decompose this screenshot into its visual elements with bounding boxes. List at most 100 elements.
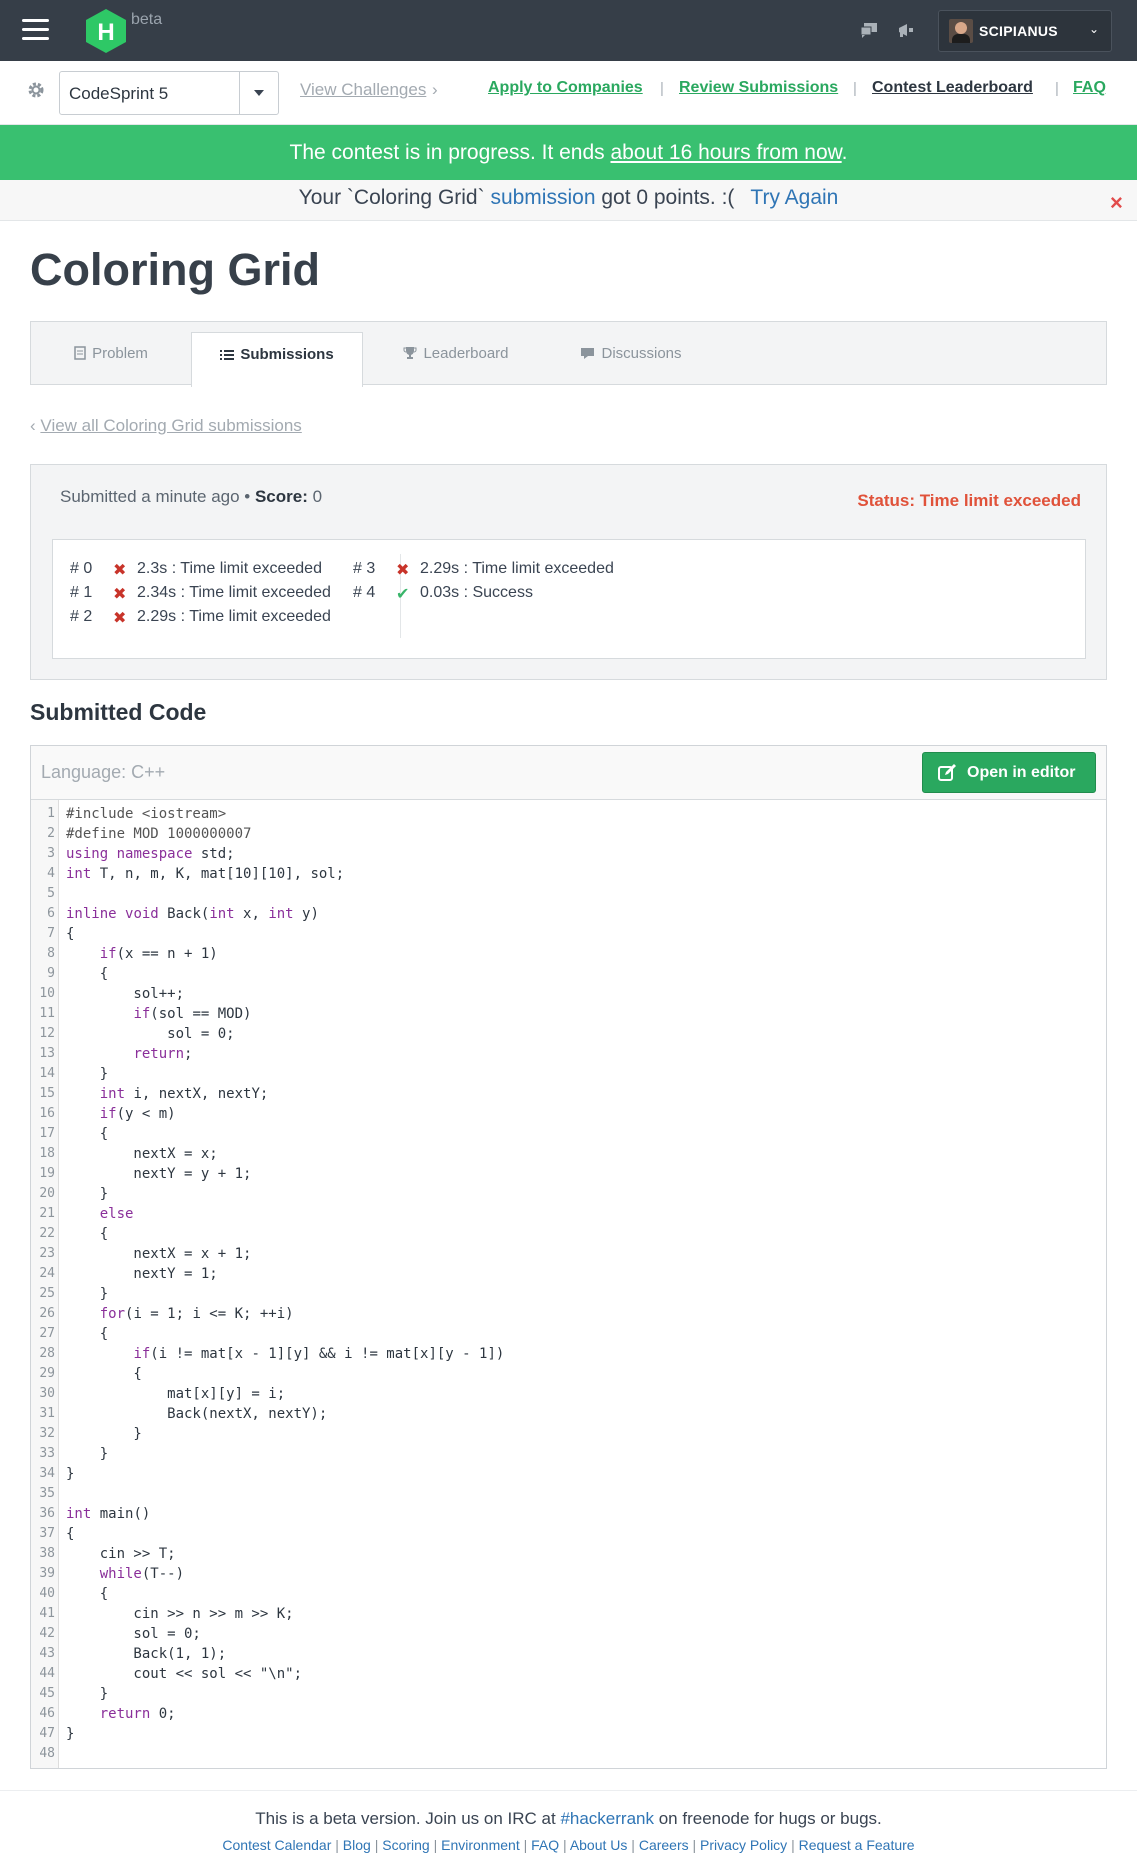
code-line: 14 } <box>31 1064 1101 1084</box>
irc-channel-link[interactable]: #hackerrank <box>560 1809 654 1828</box>
line-number: 37 <box>39 1526 55 1541</box>
line-number: 23 <box>39 1246 55 1261</box>
code-text: if(sol == MOD) <box>133 1006 252 1022</box>
footer-link[interactable]: Environment <box>441 1837 520 1853</box>
try-again-link[interactable]: Try Again <box>750 186 838 209</box>
footer-link[interactable]: About Us <box>570 1837 628 1853</box>
cross-icon: ✖ <box>113 562 127 579</box>
line-number: 32 <box>39 1426 55 1441</box>
code-line: 30 mat[x][y] = i; <box>31 1384 1101 1404</box>
code-line: 45 } <box>31 1684 1101 1704</box>
contest-end-link[interactable]: about 16 hours from now <box>611 141 842 164</box>
footer-link[interactable]: Contest Calendar <box>222 1837 331 1853</box>
submitted-code-heading: Submitted Code <box>30 699 207 725</box>
hackerrank-logo[interactable]: H <box>85 8 127 54</box>
line-number: 25 <box>39 1286 55 1301</box>
cross-icon: ✖ <box>113 610 127 627</box>
test-case-result: 2.34s : Time limit exceeded <box>137 584 331 601</box>
code-line: 48 <box>31 1744 1101 1764</box>
check-icon: ✔ <box>396 586 410 603</box>
code-text: } <box>66 1686 109 1702</box>
tab-problem[interactable]: Problem <box>31 322 191 384</box>
divider: | <box>559 1837 570 1853</box>
code-text: else <box>99 1206 134 1222</box>
line-number: 46 <box>39 1706 55 1721</box>
line-number: 22 <box>39 1226 55 1241</box>
code-line: 11 if(sol == MOD) <box>31 1004 1101 1024</box>
code-line: 26 for(i = 1; i <= K; ++i) <box>31 1304 1101 1324</box>
challenge-tabs: Problem Submissions Leaderboard Discussi… <box>30 321 1107 387</box>
code-text: cin >> n >> m >> K; <box>66 1606 294 1622</box>
code-line: 10 sol++; <box>31 984 1101 1004</box>
open-in-editor-button[interactable]: Open in editor <box>922 752 1096 793</box>
line-number: 41 <box>39 1606 55 1621</box>
footer: This is a beta version. Join us on IRC a… <box>0 1790 1137 1869</box>
view-all-submissions-link[interactable]: ‹ View all Coloring Grid submissions <box>30 416 302 436</box>
line-number: 36 <box>39 1506 55 1521</box>
code-text: nextY = 1; <box>66 1266 218 1282</box>
code-line: 47} <box>31 1724 1101 1744</box>
footer-link[interactable]: Request a Feature <box>799 1837 915 1853</box>
contest-select[interactable]: CodeSprint 5 <box>59 71 279 115</box>
test-case-number: # 1 <box>70 584 93 601</box>
footer-link[interactable]: Blog <box>343 1837 371 1853</box>
code-text: } <box>66 1066 109 1082</box>
user-menu-button[interactable]: SCIPIANUS ⌄ <box>938 10 1112 52</box>
code-line: 41 cin >> n >> m >> K; <box>31 1604 1101 1624</box>
status-badge: Status: Time limit exceeded <box>857 491 1081 510</box>
tab-leaderboard[interactable]: Leaderboard <box>381 322 531 384</box>
notice-points: got 0 points. :( <box>595 186 735 209</box>
line-number: 13 <box>39 1046 55 1061</box>
apply-to-companies-link[interactable]: Apply to Companies <box>488 79 643 97</box>
test-case-number: # 4 <box>353 584 376 601</box>
code-line: 3 using namespace std; <box>31 844 1101 864</box>
footer-link[interactable]: Scoring <box>382 1837 429 1853</box>
tab-discussions[interactable]: Discussions <box>551 322 711 384</box>
footer-text: This is a beta version. Join us on IRC a… <box>255 1809 561 1828</box>
line-number: 35 <box>39 1486 55 1501</box>
code-line: 36 int main() <box>31 1504 1101 1524</box>
tab-label: Leaderboard <box>423 345 509 362</box>
tab-submissions[interactable]: Submissions <box>191 332 363 387</box>
test-case-row: # 3 ✖ 2.29s : Time limit exceeded <box>353 560 673 584</box>
avatar <box>949 19 973 43</box>
code-line: 35 <box>31 1484 1101 1504</box>
line-number: 42 <box>39 1626 55 1641</box>
line-number: 7 <box>47 926 55 941</box>
code-text: { <box>66 1526 75 1542</box>
line-number: 12 <box>39 1026 55 1041</box>
footer-links: Contest Calendar | Blog | Scoring | Envi… <box>0 1837 1137 1853</box>
footer-link[interactable]: Careers <box>639 1837 689 1853</box>
submission-link[interactable]: submission <box>490 186 595 209</box>
test-case-result: 2.29s : Time limit exceeded <box>137 608 331 625</box>
code-line: 46 return 0; <box>31 1704 1101 1724</box>
code-text: #define MOD 1000000007 <box>66 826 252 842</box>
line-number: 9 <box>47 966 55 981</box>
announcement-icon[interactable] <box>897 22 915 38</box>
line-number: 11 <box>39 1006 55 1021</box>
close-icon[interactable]: × <box>1110 190 1123 216</box>
line-number: 3 <box>47 846 55 861</box>
code-text: sol++; <box>66 986 185 1002</box>
test-case-number: # 3 <box>353 560 376 577</box>
code-area[interactable]: 1 #include <iostream> 2 #define MOD 1000000… <box>31 800 1106 1768</box>
footer-link[interactable]: FAQ <box>531 1837 559 1853</box>
chevron-down-icon[interactable] <box>239 72 278 114</box>
username: SCIPIANUS <box>979 23 1058 39</box>
code-line: 39 while(T--) <box>31 1564 1101 1584</box>
contest-leaderboard-link[interactable]: Contest Leaderboard <box>872 79 1033 97</box>
faq-link[interactable]: FAQ <box>1073 79 1106 97</box>
code-text: int T, n, m, K, mat[10][10], sol; <box>66 866 345 882</box>
gear-icon[interactable] <box>27 81 45 99</box>
code-text: using namespace std; <box>66 846 235 862</box>
code-line: 44 cout << sol << "\n"; <box>31 1664 1101 1684</box>
footer-link[interactable]: Privacy Policy <box>700 1837 787 1853</box>
code-line: 20 } <box>31 1184 1101 1204</box>
test-case-row: # 1 ✖ 2.34s : Time limit exceeded <box>70 584 390 608</box>
line-number: 2 <box>47 826 55 841</box>
view-challenges-link[interactable]: View Challenges <box>300 80 426 100</box>
code-text: #include <iostream> <box>66 806 227 822</box>
review-submissions-link[interactable]: Review Submissions <box>679 79 838 97</box>
chat-icon[interactable] <box>860 22 878 38</box>
menu-icon[interactable] <box>22 19 49 41</box>
